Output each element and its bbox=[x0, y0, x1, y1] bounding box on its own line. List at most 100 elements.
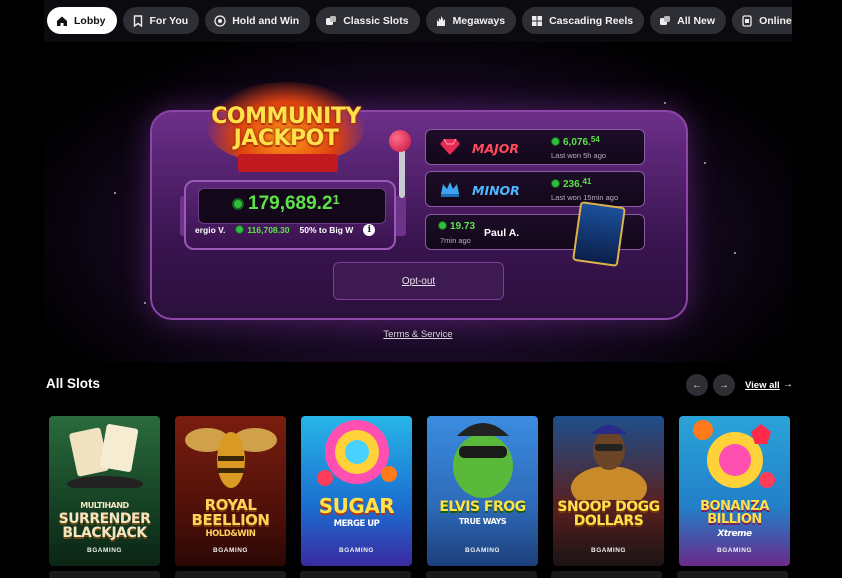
tier-name: MINOR bbox=[472, 183, 520, 198]
category-label: For You bbox=[149, 14, 189, 27]
community-jackpot-section: COMMUNITY JACKPOT 179,689.21 ergio V. 11… bbox=[44, 42, 792, 362]
game-subtitle: MERGE UP bbox=[333, 519, 380, 529]
split-text: 50% to Big W bbox=[299, 225, 354, 235]
game-title: ELVIS FROG bbox=[439, 499, 526, 515]
recent-win-player: Paul A. bbox=[484, 227, 520, 239]
category-pills: Lobby For You Hold and Win Classic Slots… bbox=[47, 7, 792, 34]
category-label: Hold and Win bbox=[232, 14, 300, 27]
slot-lever-knob bbox=[389, 130, 411, 152]
next-row-card bbox=[551, 571, 662, 578]
community-jackpot-logo: COMMUNITY JACKPOT bbox=[198, 82, 374, 174]
game-title: SUGAR bbox=[318, 494, 395, 518]
flame-icon bbox=[435, 15, 447, 27]
game-card[interactable]: ROYAL BEELLION HOLD&WIN BGAMING bbox=[175, 416, 286, 566]
game-card[interactable]: MULTIHAND SURRENDER BLACKJACK BGAMING bbox=[49, 416, 160, 566]
jackpot-main-amount: 179,689.21 bbox=[232, 192, 340, 215]
game-card[interactable]: SUGAR MERGE UP BGAMING bbox=[301, 416, 412, 566]
terms-link[interactable]: Terms & Service bbox=[44, 329, 792, 340]
game-title: ROYAL BEELLION bbox=[191, 496, 270, 529]
game-provider: BGAMING bbox=[87, 547, 122, 554]
bee-art bbox=[185, 428, 277, 488]
category-label: Megaways bbox=[452, 14, 506, 27]
dice-icon bbox=[659, 15, 671, 27]
next-row-card bbox=[677, 571, 788, 578]
next-arrow-button[interactable]: → bbox=[713, 374, 735, 396]
next-row-card bbox=[300, 571, 411, 578]
game-title: SNOOP DOGG DOLLARS bbox=[557, 499, 660, 529]
tier-name: MAJOR bbox=[472, 141, 520, 156]
jackpot-machine bbox=[184, 180, 396, 250]
crown-icon bbox=[441, 182, 459, 197]
game-provider: BGAMING bbox=[591, 547, 626, 554]
ruby-gem-icon bbox=[440, 138, 460, 155]
recent-win-amount: 19.73 bbox=[438, 221, 475, 232]
section-title: All Slots bbox=[46, 376, 101, 391]
category-hold-and-win[interactable]: Hold and Win bbox=[205, 7, 311, 34]
sparkle bbox=[704, 162, 706, 164]
coin-icon bbox=[232, 198, 244, 210]
game-card[interactable]: ELVIS FROG TRUE WAYS BGAMING bbox=[427, 416, 538, 566]
recent-win-game-thumbnail[interactable] bbox=[572, 201, 626, 267]
sparkle bbox=[144, 302, 146, 304]
grid-icon bbox=[531, 15, 543, 27]
game-subtitle: TRUE WAYS bbox=[458, 517, 507, 526]
candy-art bbox=[317, 420, 397, 486]
arrow-right-icon: → bbox=[783, 379, 793, 390]
game-provider: BGAMING bbox=[213, 547, 248, 554]
last-winner-amount: 116,708.30 bbox=[235, 225, 289, 235]
game-provider: BGAMING bbox=[339, 547, 374, 554]
tier-amount: 236.41 bbox=[551, 177, 591, 190]
bookmark-icon bbox=[132, 14, 144, 27]
category-for-you[interactable]: For You bbox=[122, 7, 200, 34]
category-label: All New bbox=[677, 14, 716, 27]
fruit-art bbox=[693, 420, 775, 488]
slots-carousel: MULTIHAND SURRENDER BLACKJACK BGAMING RO… bbox=[49, 416, 790, 566]
playing-cards-art bbox=[67, 424, 143, 488]
opt-out-button[interactable]: Opt-out bbox=[333, 262, 504, 300]
game-card[interactable]: SNOOP DOGG DOLLARS BGAMING bbox=[553, 416, 664, 566]
game-title: BONANZA BILLION bbox=[700, 499, 769, 527]
game-provider: BGAMING bbox=[717, 547, 752, 554]
game-card[interactable]: BONANZA BILLION Xtreme BGAMING bbox=[679, 416, 790, 566]
card-icon bbox=[741, 14, 753, 27]
game-subtitle: Xtreme bbox=[717, 529, 752, 539]
category-cascading-reels[interactable]: Cascading Reels bbox=[522, 7, 645, 34]
tier-minor: MINOR 236.41 Last won 15min ago bbox=[425, 171, 645, 207]
prev-arrow-button[interactable]: ← bbox=[686, 374, 708, 396]
category-label: Cascading Reels bbox=[549, 14, 634, 27]
tier-last-won: Last won 5h ago bbox=[551, 151, 607, 160]
view-all-link[interactable]: View all bbox=[745, 380, 780, 391]
logo-banner bbox=[238, 154, 338, 172]
category-megaways[interactable]: Megaways bbox=[425, 7, 517, 34]
next-row-card bbox=[175, 571, 286, 578]
category-classic-slots[interactable]: Classic Slots bbox=[316, 7, 420, 34]
tier-amount: 6,076.54 bbox=[551, 135, 600, 148]
category-label: Lobby bbox=[74, 14, 106, 27]
category-online-slots[interactable]: Online Slots bbox=[732, 7, 792, 34]
game-subtitle: HOLD&WIN bbox=[205, 529, 256, 539]
arrow-left-icon: ← bbox=[692, 379, 702, 391]
jackpot-last-winner-row: ergio V. 116,708.30 50% to Big W i bbox=[195, 224, 376, 236]
game-title: SURRENDER BLACKJACK bbox=[58, 511, 151, 541]
sparkle bbox=[734, 252, 736, 254]
character-art bbox=[571, 425, 647, 500]
next-row-card bbox=[49, 571, 160, 578]
logo-text-line2: JACKPOT bbox=[233, 126, 339, 151]
tier-major: MAJOR 6,076.54 Last won 5h ago bbox=[425, 129, 645, 165]
coin-icon bbox=[438, 221, 447, 230]
next-row-card bbox=[426, 571, 537, 578]
coin-icon bbox=[551, 179, 560, 188]
category-lobby[interactable]: Lobby bbox=[47, 7, 117, 34]
game-provider: BGAMING bbox=[465, 547, 500, 554]
category-label: Online Slots bbox=[759, 14, 792, 27]
recent-win-time: 7min ago bbox=[440, 236, 471, 245]
target-icon bbox=[214, 14, 226, 27]
game-subtitle: MULTIHAND bbox=[80, 501, 129, 510]
sparkle bbox=[664, 102, 666, 104]
last-winner-name: ergio V. bbox=[195, 225, 226, 235]
category-all-new[interactable]: All New bbox=[650, 7, 727, 34]
arrow-right-icon: → bbox=[719, 379, 729, 391]
info-icon[interactable]: i bbox=[363, 224, 376, 236]
tier-last-won: Last won 15min ago bbox=[551, 193, 619, 202]
category-label: Classic Slots bbox=[343, 14, 409, 27]
